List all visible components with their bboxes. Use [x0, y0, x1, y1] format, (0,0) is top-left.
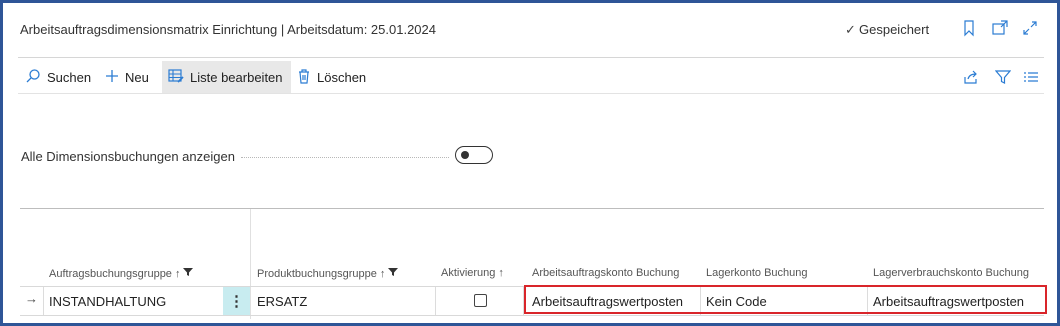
- title-separator: [18, 57, 1044, 58]
- bookmark-icon[interactable]: [961, 19, 979, 37]
- saved-label: Gespeichert: [859, 22, 930, 37]
- highlight-annotation-box: [524, 285, 1047, 314]
- label-leader-dots: [241, 157, 449, 158]
- delete-label: Löschen: [317, 69, 367, 85]
- show-all-dimension-postings-label: Alle Dimensionsbuchungen anzeigen: [21, 149, 235, 164]
- sort-ascending-icon: ↑: [498, 267, 504, 279]
- row-selector-arrow-icon[interactable]: →: [25, 291, 38, 306]
- sort-ascending-icon: ↑: [379, 267, 386, 280]
- column-header-auftragsbuchungsgruppe[interactable]: Auftragsbuchungsgruppe ↑: [49, 267, 194, 280]
- edit-list-label: Liste bearbeiten: [190, 69, 283, 85]
- column-header-lagerkonto-buchung[interactable]: Lagerkonto Buchung: [706, 267, 808, 279]
- column-filter-icon: [183, 267, 194, 280]
- search-label: Suchen: [47, 69, 92, 85]
- show-all-dimension-postings-toggle[interactable]: [455, 146, 493, 164]
- share-icon[interactable]: [963, 69, 979, 85]
- row-actions-menu-button[interactable]: ⋮: [223, 287, 250, 315]
- table-row-bottom-border: [20, 315, 1044, 316]
- action-bar-separator: [18, 93, 1044, 94]
- window-frame: Arbeitsauftragsdimensionsmatrix Einricht…: [0, 0, 1060, 326]
- frozen-column-divider: [250, 209, 251, 319]
- action-bar: Suchen Neu Liste bearbeiten Löschen: [3, 61, 1057, 93]
- cell-auftragsbuchungsgruppe[interactable]: INSTANDHALTUNG: [49, 287, 166, 315]
- checkmark-icon: ✓: [845, 22, 856, 37]
- expand-icon[interactable]: [1021, 19, 1039, 37]
- search-icon: [25, 68, 41, 87]
- list-view-icon[interactable]: [1023, 69, 1039, 85]
- column-header-arbeitsauftragskonto-buchung[interactable]: Arbeitsauftragskonto Buchung: [532, 267, 679, 279]
- cell-divider: [43, 287, 44, 315]
- delete-button[interactable]: Löschen: [297, 61, 366, 93]
- column-filter-icon: [388, 267, 399, 280]
- toggle-knob: [461, 151, 469, 159]
- search-button[interactable]: Suchen: [25, 61, 91, 93]
- cell-produktbuchungsgruppe[interactable]: ERSATZ: [257, 287, 307, 315]
- column-header-aktivierung[interactable]: Aktivierung ↑: [441, 267, 504, 279]
- edit-list-icon: [168, 68, 184, 87]
- filter-icon[interactable]: [994, 69, 1012, 85]
- page-title: Arbeitsauftragsdimensionsmatrix Einricht…: [20, 22, 436, 37]
- trash-icon: [297, 68, 311, 87]
- edit-list-button[interactable]: Liste bearbeiten: [162, 61, 291, 93]
- save-status: ✓ Gespeichert: [845, 22, 929, 38]
- column-header-produktbuchungsgruppe[interactable]: Produktbuchungsgruppe ↑: [257, 267, 399, 280]
- column-header-lagerverbrauchskonto-buchung[interactable]: Lagerverbrauchskonto Buchung: [873, 267, 1029, 279]
- sort-ascending-icon: ↑: [174, 267, 181, 280]
- plus-icon: [105, 69, 119, 86]
- section-separator: [20, 208, 1044, 209]
- new-label: Neu: [125, 69, 149, 85]
- aktivierung-checkbox[interactable]: [474, 294, 487, 307]
- cell-divider: [435, 287, 436, 315]
- open-in-new-window-icon[interactable]: [991, 19, 1009, 37]
- new-button[interactable]: Neu: [105, 61, 149, 93]
- title-bar: Arbeitsauftragsdimensionsmatrix Einricht…: [3, 3, 1057, 55]
